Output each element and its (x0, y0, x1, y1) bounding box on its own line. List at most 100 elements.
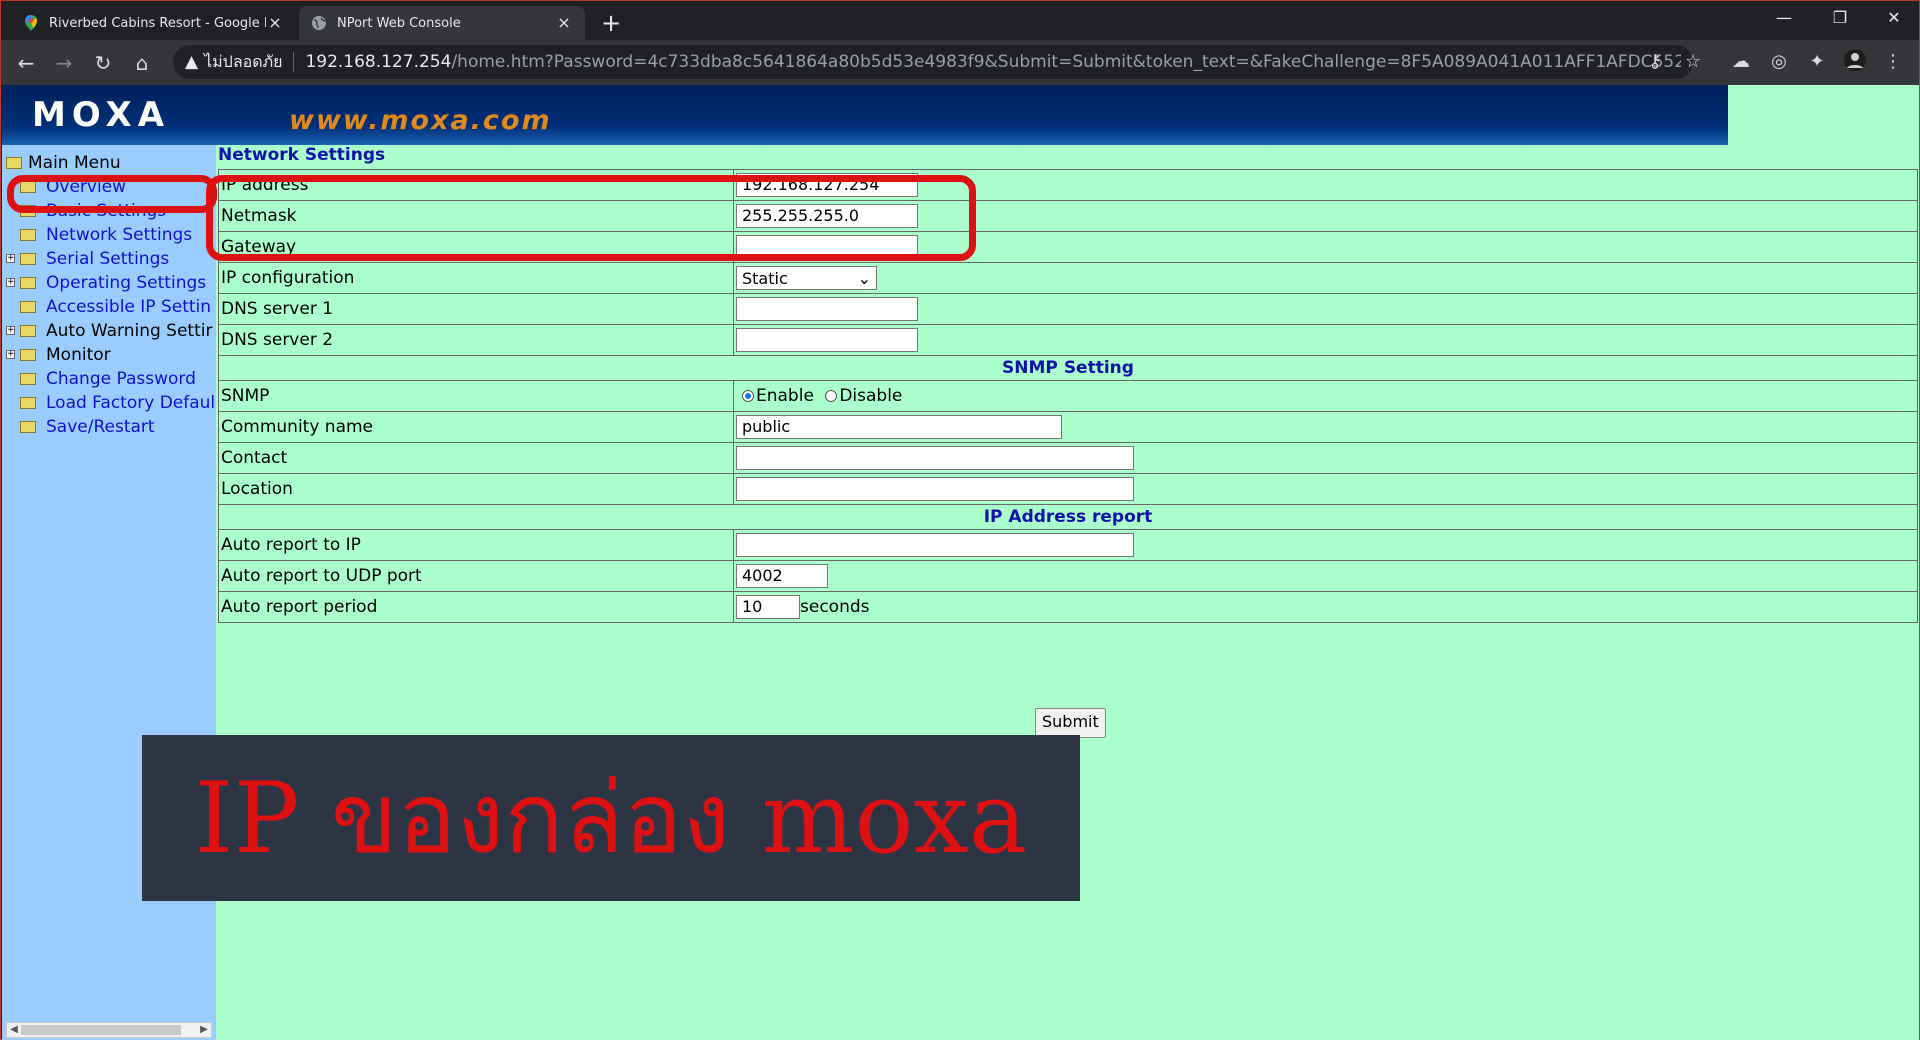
snmp-enable-label[interactable]: Enable (756, 386, 814, 406)
chevron-down-icon: ⌄ (857, 268, 871, 288)
auto-report-udp-port-input[interactable]: 4002 (736, 564, 828, 588)
key-icon[interactable]: ⚷ (1641, 48, 1669, 76)
form-row: DNS server 1 (218, 293, 1918, 325)
section-row: IP Address report (218, 504, 1918, 530)
form-row: DNS server 2 (218, 324, 1918, 356)
bookmark-star-icon[interactable]: ☆ (1679, 48, 1707, 76)
minimize-icon[interactable]: — (1756, 1, 1812, 35)
form-row: Auto report to IP (218, 529, 1918, 561)
divider (292, 52, 294, 72)
security-status[interactable]: ไม่ปลอดภัย (204, 50, 282, 75)
url-host: 192.168.127.254 (305, 52, 452, 72)
speedometer-icon[interactable]: ◎ (1765, 48, 1793, 76)
folder-icon (20, 397, 36, 409)
extensions-puzzle-icon[interactable]: ✦ (1803, 48, 1831, 76)
dns-server-2-input[interactable] (736, 328, 918, 352)
auto-report-ip-label: Auto report to IP (218, 529, 734, 561)
ip-configuration-value: Static (742, 268, 788, 288)
forward-arrow-icon[interactable]: → (49, 48, 79, 78)
browser-toolbar: ← → ↻ ⌂ ▲ ไม่ปลอดภัย 192.168.127.254 /ho… (1, 40, 1919, 85)
expand-plus-icon[interactable]: + (6, 254, 15, 263)
back-arrow-icon[interactable]: ← (11, 48, 41, 78)
folder-icon (20, 373, 36, 385)
sidebar-item-label: Save/Restart (46, 417, 155, 437)
warning-triangle-icon: ▲ (185, 52, 199, 72)
sidebar-item-change-password[interactable]: Change Password (2, 367, 215, 391)
form-value-cell (733, 473, 1918, 505)
auto-report-udp-port-label: Auto report to UDP port (218, 560, 734, 592)
sidebar-item-label: Load Factory Defaul (46, 393, 216, 413)
submit-button[interactable]: Submit (1035, 708, 1106, 738)
network-settings-highlight (7, 175, 217, 213)
scroll-left-icon[interactable]: ◀ (7, 1023, 21, 1037)
scroll-right-icon[interactable]: ▶ (197, 1023, 211, 1037)
snmp-disable-radio[interactable] (825, 390, 838, 402)
location-label: Location (218, 473, 734, 505)
url-path: /home.htm?Password=4c733dba8c5641864a80b… (451, 52, 1681, 72)
sidebar-item-accessible-ip[interactable]: Accessible IP Settin (2, 295, 215, 319)
reload-icon[interactable]: ↻ (88, 48, 118, 78)
form-value-cell (733, 293, 1918, 325)
dns-server-1-label: DNS server 1 (218, 293, 734, 325)
form-row: Auto report to UDP port 4002 (218, 560, 1918, 592)
expand-plus-icon[interactable]: + (6, 350, 15, 359)
snmp-section-header: SNMP Setting (218, 355, 1918, 381)
sidebar-item-operating-settings[interactable]: + Operating Settings (2, 271, 215, 295)
sidebar-item-auto-warning[interactable]: + Auto Warning Settir (2, 319, 215, 343)
location-input[interactable] (736, 477, 1134, 501)
sidebar-item-label: Network Settings (46, 225, 193, 245)
close-window-icon[interactable]: ✕ (1866, 1, 1920, 35)
form-row: SNMP Enable Disable (218, 380, 1918, 412)
browser-window: Riverbed Cabins Resort - Google Maps × N… (0, 0, 1920, 1040)
folder-icon (20, 301, 36, 313)
folder-icon (20, 421, 36, 433)
auto-report-period-input[interactable]: 10 (736, 595, 800, 619)
form-value-cell: 4002 (733, 560, 1918, 592)
dns-server-1-input[interactable] (736, 297, 918, 321)
sidebar-item-label: Main Menu (28, 153, 121, 173)
form-value-cell: Enable Disable (733, 380, 1918, 412)
sidebar-item-monitor[interactable]: + Monitor (2, 343, 215, 367)
page-title: Network Settings (218, 145, 386, 165)
form-row: Location (218, 473, 1918, 505)
profile-avatar-icon[interactable] (1841, 48, 1869, 76)
form-value-cell: public (733, 411, 1918, 443)
snmp-enable-radio[interactable] (742, 390, 754, 402)
home-icon[interactable]: ⌂ (127, 48, 157, 78)
folder-icon (20, 229, 36, 241)
scrollbar-thumb[interactable] (21, 1025, 181, 1035)
form-value-cell: 10 seconds (733, 591, 1918, 623)
restore-icon[interactable]: ❐ (1812, 1, 1868, 35)
auto-report-period-label: Auto report period (218, 591, 734, 623)
sidebar-root-main-menu[interactable]: Main Menu (2, 151, 215, 175)
address-bar[interactable]: ▲ ไม่ปลอดภัย 192.168.127.254 /home.htm?P… (173, 45, 1693, 79)
sidebar-item-save-restart[interactable]: Save/Restart (2, 415, 215, 439)
tab-google-maps[interactable]: Riverbed Cabins Resort - Google Maps × (11, 6, 296, 40)
form-row: Contact (218, 442, 1918, 474)
snmp-disable-label[interactable]: Disable (839, 386, 902, 406)
community-name-label: Community name (218, 411, 734, 443)
close-tab-icon[interactable]: × (266, 14, 284, 32)
sidebar-item-network-settings[interactable]: Network Settings (2, 223, 215, 247)
auto-report-ip-input[interactable] (736, 533, 1134, 557)
sidebar-item-serial-settings[interactable]: + Serial Settings (2, 247, 215, 271)
more-menu-icon[interactable]: ⋮ (1879, 48, 1907, 76)
ip-netmask-highlight (206, 175, 976, 261)
form-value-cell (733, 442, 1918, 474)
sidebar-horizontal-scrollbar[interactable]: ◀ ▶ (6, 1022, 212, 1038)
close-tab-icon[interactable]: × (555, 14, 573, 32)
new-tab-plus-icon[interactable]: + (597, 9, 625, 37)
community-name-input[interactable]: public (736, 415, 1062, 439)
expand-plus-icon[interactable]: + (6, 326, 15, 335)
form-value-cell: Static ⌄ (733, 262, 1918, 294)
expand-plus-icon[interactable]: + (6, 278, 15, 287)
folder-icon (20, 277, 36, 289)
tab-nport-web-console[interactable]: NPort Web Console × (299, 6, 585, 40)
tab-strip: Riverbed Cabins Resort - Google Maps × N… (1, 1, 1919, 40)
form-value-cell (733, 529, 1918, 561)
cloud-icon[interactable]: ☁ (1727, 48, 1755, 76)
contact-input[interactable] (736, 446, 1134, 470)
sidebar-item-load-factory-default[interactable]: Load Factory Defaul (2, 391, 215, 415)
ip-configuration-select[interactable]: Static ⌄ (736, 266, 877, 290)
sidebar-item-label: Operating Settings (46, 273, 207, 293)
